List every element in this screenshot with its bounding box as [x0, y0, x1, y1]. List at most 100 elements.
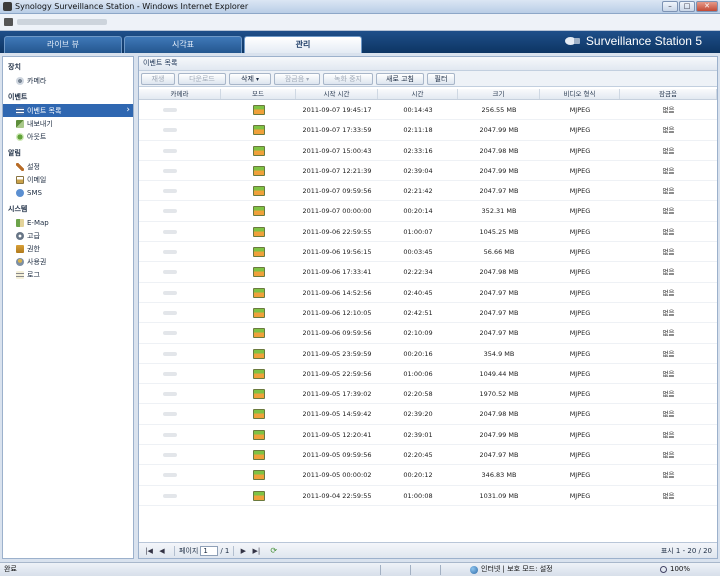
format-cell: MJPEG — [569, 207, 591, 216]
recording-mode-icon — [252, 348, 265, 359]
lock-cell: 없음 — [662, 248, 675, 257]
status-bar: 완료 인터넷 | 보호 모드: 설정 100% — [0, 562, 720, 576]
start-time-cell: 2011-09-05 00:00:02 — [302, 471, 372, 480]
column-header-start-time[interactable]: 시작 시간 — [296, 89, 378, 99]
sidebar-item-label: 이메일 — [27, 175, 47, 184]
address-bar[interactable] — [0, 14, 720, 31]
mode-cell — [221, 242, 296, 261]
sidebar-item-label: 카메라 — [27, 76, 47, 85]
lock-cell: 없음 — [662, 491, 675, 500]
lock-button[interactable]: 잠금음 ▾ — [274, 72, 320, 85]
recording-mode-icon — [252, 389, 265, 400]
column-header-lock[interactable]: 잠금음 — [620, 89, 717, 99]
format-cell: MJPEG — [569, 268, 591, 277]
wrench-icon — [16, 162, 24, 171]
zoom-control[interactable]: 100% — [660, 563, 690, 576]
download-button[interactable]: 다운로드 — [178, 72, 226, 85]
play-button[interactable]: 재생 — [141, 72, 175, 85]
table-row[interactable]: 2011-09-05 09:59:56 02:20:45 2047.97 MB MJP… — [139, 445, 717, 466]
table-row[interactable]: 2011-09-06 22:59:55 01:00:07 1045.25 MB MJP… — [139, 222, 717, 243]
table-row[interactable]: 2011-09-07 09:59:56 02:21:42 2047.97 MB MJP… — [139, 181, 717, 202]
duration-cell: 02:11:18 — [403, 126, 433, 135]
sidebar-item-label: 권한 — [27, 244, 40, 253]
start-time-cell: 2011-09-05 12:20:41 — [302, 430, 372, 439]
sidebar-item-settings[interactable]: 설정 — [3, 160, 133, 173]
refresh-icon[interactable]: ⟳ — [270, 546, 277, 555]
format-cell: MJPEG — [569, 308, 591, 317]
filter-button[interactable]: 필터 — [427, 72, 455, 85]
sidebar-item-user[interactable]: 사용권 — [3, 255, 133, 268]
page-input[interactable]: 1 — [200, 545, 219, 556]
size-cell: 2047.98 MB — [479, 410, 519, 419]
duration-cell: 02:40:45 — [403, 288, 433, 297]
table-row[interactable]: 2011-09-05 23:59:59 00:20:16 354.9 MB MJPEG… — [139, 344, 717, 364]
table-row[interactable]: 2011-09-06 09:59:56 02:10:09 2047.97 MB MJP… — [139, 323, 717, 344]
address-text-blurred[interactable] — [17, 19, 107, 25]
camera-cell — [139, 384, 221, 403]
minimize-button[interactable]: – — [662, 1, 678, 12]
sidebar-item-export[interactable]: 내보내기 — [3, 117, 133, 130]
column-header-duration[interactable]: 시간 — [378, 89, 458, 99]
tab-live-view[interactable]: 라이브 뷰 — [4, 36, 122, 53]
recording-mode-icon — [252, 328, 265, 339]
table-row[interactable]: 2011-09-05 12:20:41 02:39:01 2047.99 MB MJP… — [139, 425, 717, 446]
format-cell: MJPEG — [569, 491, 591, 500]
sidebar-item-event-list[interactable]: 이벤트 목록 — [3, 104, 133, 117]
recording-mode-icon — [252, 307, 265, 318]
next-page-button[interactable]: ▶ — [238, 547, 248, 555]
tab-timeline[interactable]: 시각표 — [124, 36, 242, 53]
table-row[interactable]: 2011-09-06 14:52:56 02:40:45 2047.97 MB MJP… — [139, 283, 717, 303]
lock-cell: 없음 — [662, 207, 675, 216]
start-time-cell: 2011-09-06 19:56:15 — [302, 248, 372, 257]
recording-mode-icon — [252, 287, 265, 298]
security-zone[interactable]: 인터넷 | 보호 모드: 설정 — [470, 563, 553, 576]
sidebar-item-email[interactable]: 이메일 — [3, 173, 133, 186]
table-row[interactable]: 2011-09-06 17:33:41 02:22:34 2047.98 MB MJP… — [139, 262, 717, 283]
start-time-cell: 2011-09-06 09:59:56 — [302, 329, 372, 338]
table-row[interactable]: 2011-09-05 14:59:42 02:39:20 2047.98 MB MJP… — [139, 404, 717, 425]
last-page-button[interactable]: ▶| — [251, 547, 261, 555]
sidebar-item-permission[interactable]: 권한 — [3, 242, 133, 255]
format-cell: MJPEG — [569, 248, 591, 257]
table-row[interactable]: 2011-09-05 22:59:56 01:00:06 1049.44 MB MJP… — [139, 364, 717, 385]
column-header-size[interactable]: 크기 — [458, 89, 540, 99]
sidebar-item-sms[interactable]: SMS — [3, 186, 133, 199]
delete-label: 삭제 — [241, 74, 254, 83]
sidebar-item-camera[interactable]: 카메라 — [3, 74, 133, 87]
refresh-button[interactable]: 새로 고침 — [376, 72, 424, 85]
column-header-video-format[interactable]: 비디오 형식 — [540, 89, 620, 99]
camera-name-blurred — [163, 108, 177, 112]
table-row[interactable]: 2011-09-04 22:59:55 01:00:08 1031.09 MB MJP… — [139, 486, 717, 506]
maximize-button[interactable]: □ — [679, 1, 695, 12]
duration-cell: 02:39:04 — [403, 166, 433, 175]
table-row[interactable]: 2011-09-06 19:56:15 00:03:45 56.66 MB MJPEG… — [139, 242, 717, 263]
table-row[interactable]: 2011-09-07 19:45:17 00:14:43 256.55 MB MJPE… — [139, 100, 717, 121]
sidebar-item-output[interactable]: 아웃트 — [3, 130, 133, 143]
mode-cell — [221, 344, 296, 363]
status-text: 완료 — [4, 565, 17, 573]
user-icon — [16, 257, 24, 266]
camera-name-blurred — [163, 331, 177, 336]
table-row[interactable]: 2011-09-05 17:39:02 02:20:58 1970.52 MB MJP… — [139, 384, 717, 405]
stop-recording-button[interactable]: 녹화 중지 — [323, 72, 373, 85]
table-row[interactable]: 2011-09-07 12:21:39 02:39:04 2047.99 MB MJP… — [139, 161, 717, 182]
table-row[interactable]: 2011-09-06 12:10:05 02:42:51 2047.97 MB MJP… — [139, 303, 717, 324]
camera-name-blurred — [163, 412, 177, 417]
duration-cell: 02:20:45 — [403, 451, 433, 460]
table-row[interactable]: 2011-09-07 00:00:00 00:20:14 352.31 MB MJPE… — [139, 201, 717, 222]
table-row[interactable]: 2011-09-07 17:33:59 02:11:18 2047.99 MB MJP… — [139, 120, 717, 141]
sidebar-item-log[interactable]: 로그 — [3, 268, 133, 281]
sidebar-item-advanced[interactable]: 고급 — [3, 229, 133, 242]
sidebar-item-emap[interactable]: E-Map — [3, 216, 133, 229]
close-button[interactable]: ✕ — [696, 1, 718, 12]
column-header-mode[interactable]: 모드 — [221, 89, 296, 99]
delete-button[interactable]: 삭제 ▾ — [229, 72, 271, 85]
table-row[interactable]: 2011-09-05 00:00:02 00:20:12 346.83 MB MJPE… — [139, 465, 717, 486]
size-cell: 1970.52 MB — [479, 390, 519, 399]
table-row[interactable]: 2011-09-07 15:00:43 02:33:16 2047.98 MB MJP… — [139, 141, 717, 161]
page-icon — [4, 18, 13, 26]
tab-management[interactable]: 관리 — [244, 36, 362, 53]
first-page-button[interactable]: |◀ — [144, 547, 154, 555]
prev-page-button[interactable]: ◀ — [157, 547, 167, 555]
column-header-camera[interactable]: 카메라 — [139, 89, 221, 99]
